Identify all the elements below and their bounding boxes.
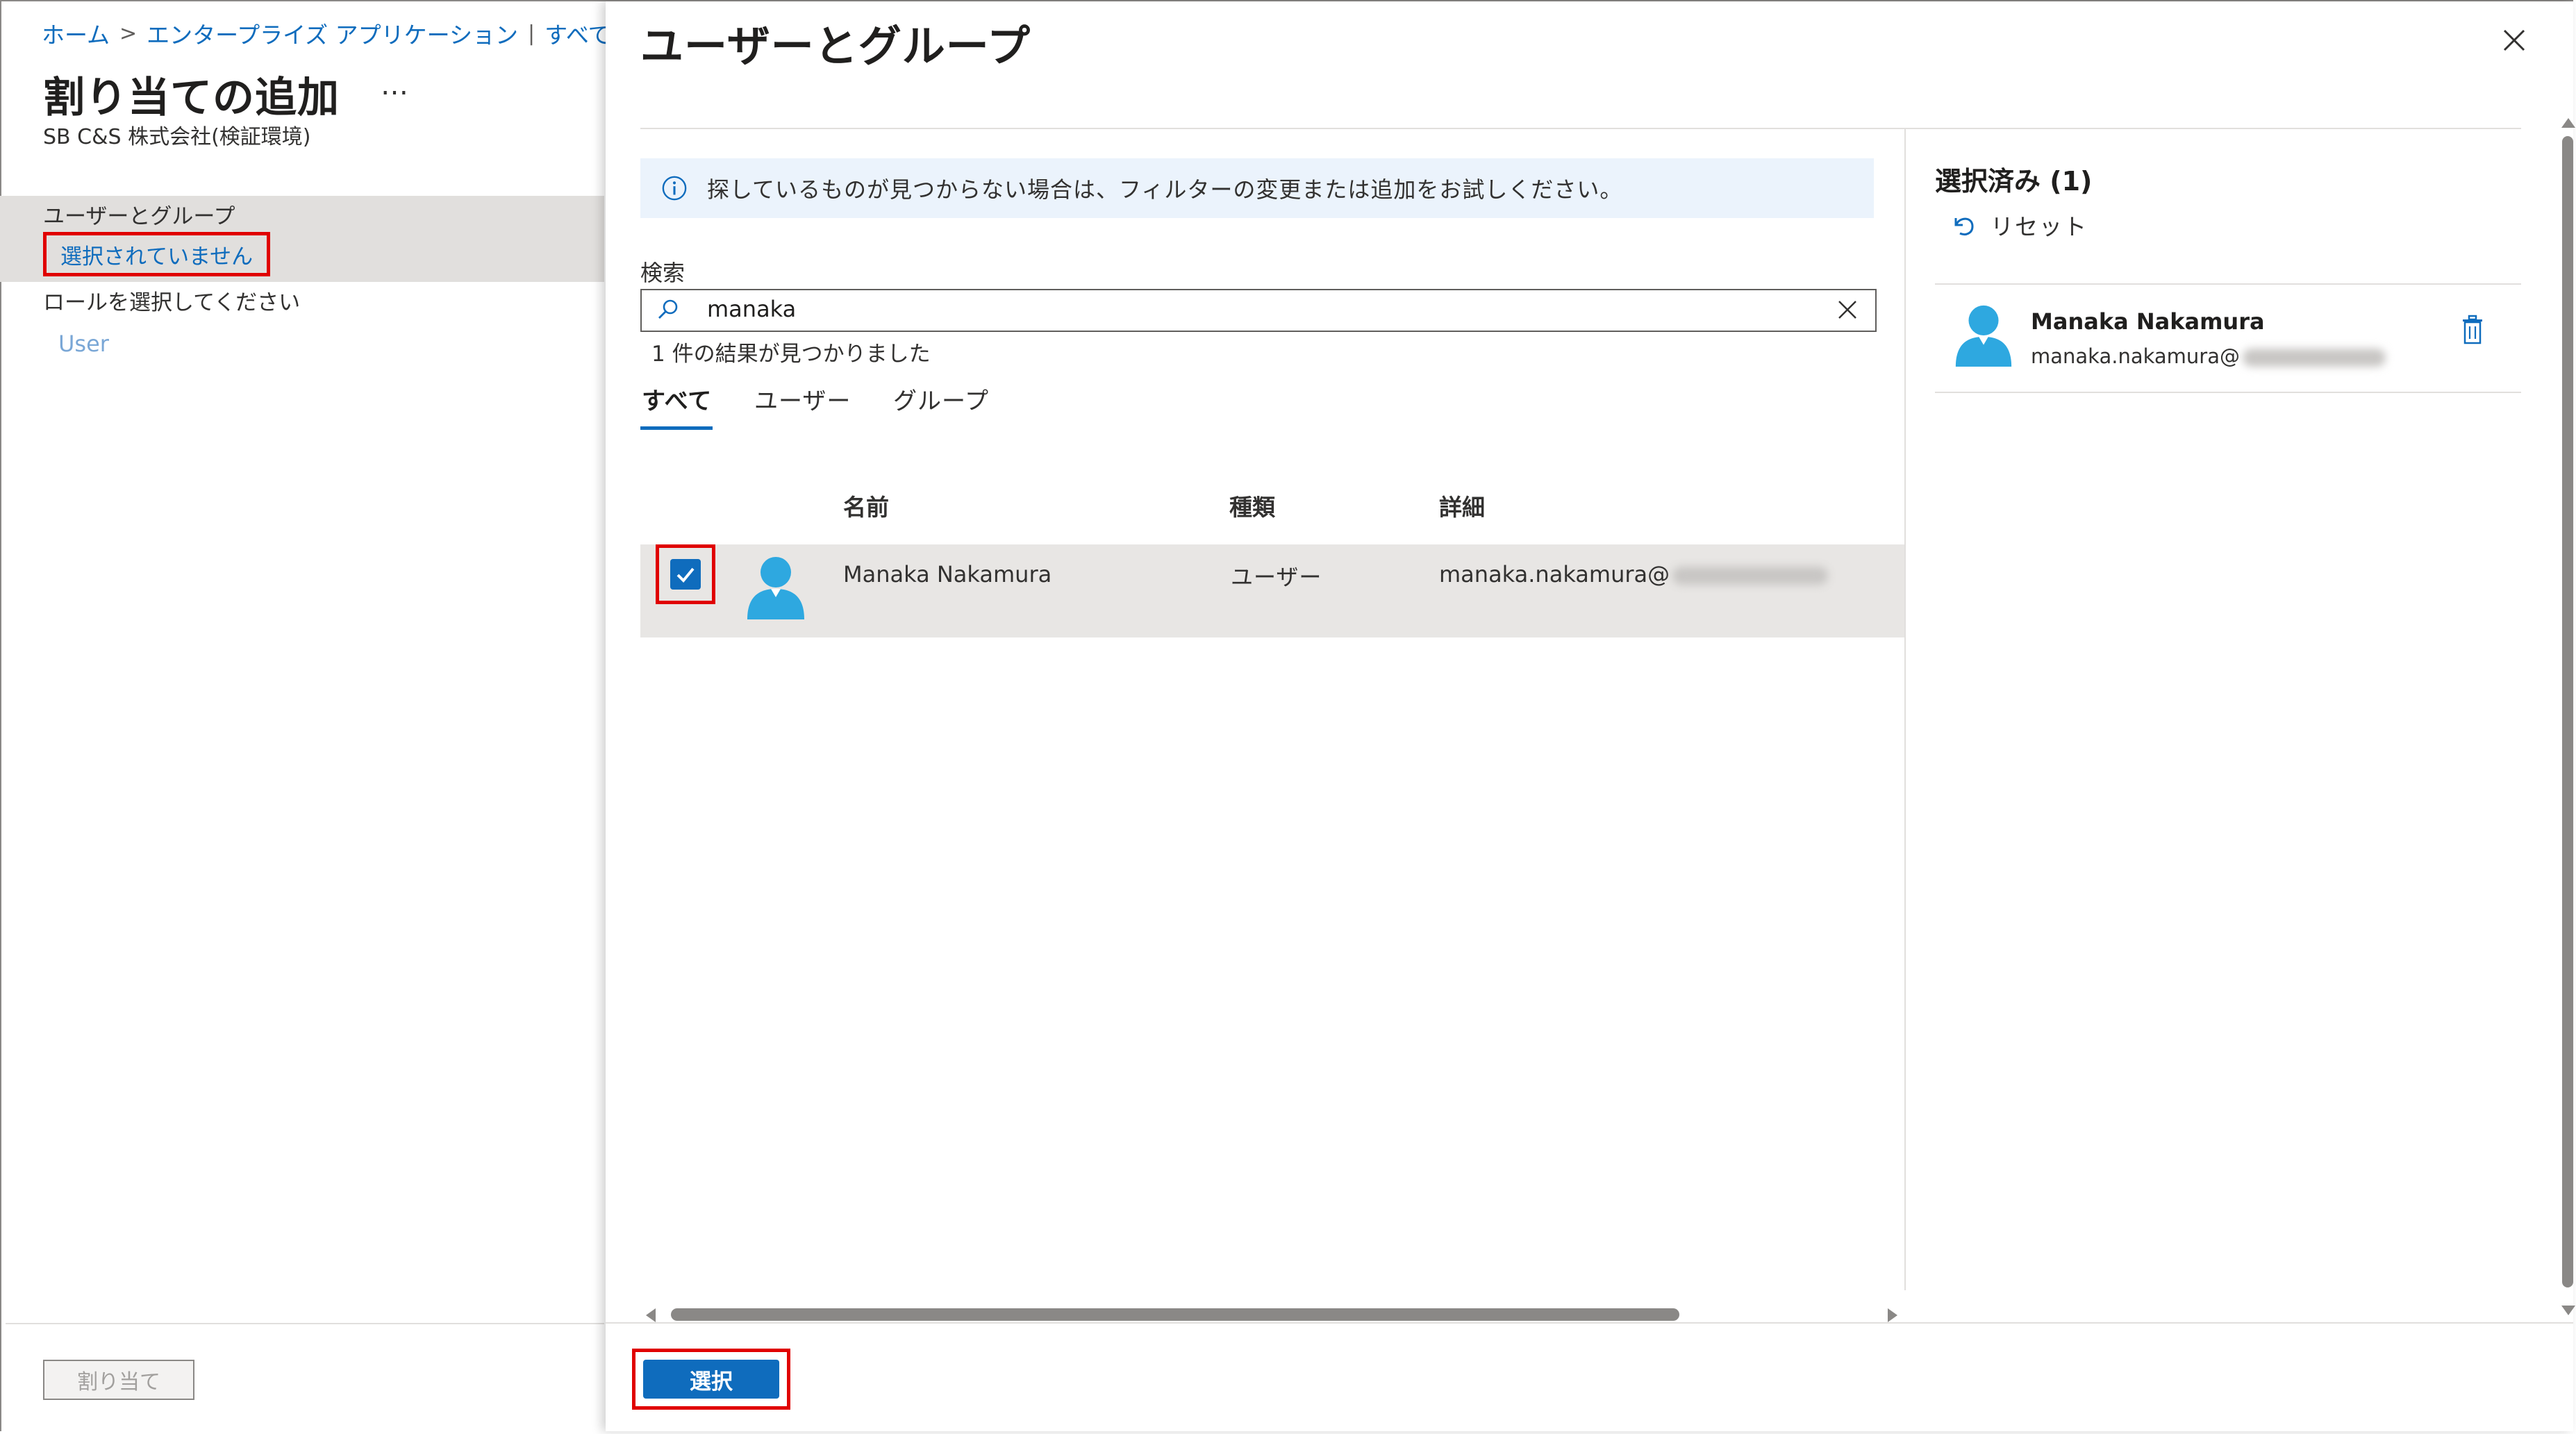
scroll-left-icon[interactable] xyxy=(646,1308,656,1322)
search-input[interactable] xyxy=(640,289,1877,332)
redacted-domain xyxy=(1672,567,1829,585)
selected-user-email-text: manaka.nakamura@ xyxy=(2031,344,2240,368)
scroll-down-icon[interactable] xyxy=(2561,1306,2575,1315)
divider xyxy=(6,1323,604,1324)
row-type: ユーザー xyxy=(1231,564,1322,590)
active-tab-indicator xyxy=(640,426,713,430)
selected-heading: 選択済み (1) xyxy=(1935,166,2093,197)
selected-user-email: manaka.nakamura@ xyxy=(2031,344,2386,368)
reset-label: リセット xyxy=(1991,213,2088,240)
user-avatar-icon xyxy=(747,557,804,619)
page-title: 割り当ての追加 xyxy=(43,74,340,122)
info-icon xyxy=(662,176,687,201)
column-header-type[interactable]: 種類 xyxy=(1229,489,1275,522)
users-groups-label: ユーザーとグループ xyxy=(43,204,235,229)
result-count: 1 件の結果が見つかりました xyxy=(651,342,931,367)
breadcrumb-separator: | xyxy=(528,21,535,46)
horizontal-scroll-thumb[interactable] xyxy=(671,1308,1679,1321)
more-options-button[interactable]: … xyxy=(381,69,410,101)
tab-groups[interactable]: グループ xyxy=(893,382,989,416)
info-bar: 探しているものが見つからない場合は、フィルターの変更または追加をお試しください。 xyxy=(640,158,1874,218)
users-groups-value-link[interactable]: 選択されていません xyxy=(43,232,271,276)
vertical-scroll-thumb[interactable] xyxy=(2562,136,2573,1287)
role-value[interactable]: User xyxy=(58,331,109,357)
tab-all[interactable]: すべて xyxy=(642,382,712,416)
selected-user-name: Manaka Nakamura xyxy=(2031,308,2265,335)
close-icon[interactable] xyxy=(2500,26,2528,54)
redacted-domain xyxy=(2242,349,2386,367)
search-icon xyxy=(658,299,678,319)
divider xyxy=(1935,283,2521,285)
column-header-name[interactable]: 名前 xyxy=(843,489,889,522)
reset-button[interactable]: リセット xyxy=(1949,208,2088,242)
role-label: ロールを選択してください xyxy=(43,290,301,315)
trash-icon[interactable] xyxy=(2459,314,2486,346)
panel-title: ユーザーとグループ xyxy=(640,21,1031,72)
row-detail-text: manaka.nakamura@ xyxy=(1439,561,1670,587)
checkmark-icon[interactable] xyxy=(670,559,701,590)
search-value[interactable]: manaka xyxy=(707,296,796,322)
divider xyxy=(1935,392,2521,393)
column-header-detail[interactable]: 詳細 xyxy=(1439,489,1485,522)
select-button[interactable]: 選択 xyxy=(643,1360,779,1399)
row-detail: manaka.nakamura@ xyxy=(1439,561,1829,587)
row-name: Manaka Nakamura xyxy=(843,561,1052,587)
tab-users[interactable]: ユーザー xyxy=(754,382,851,416)
assign-button[interactable]: 割り当て xyxy=(43,1360,194,1400)
undo-icon xyxy=(1954,217,1974,236)
tenant-name: SB C&S 株式会社(検証環境) xyxy=(43,125,311,149)
divider xyxy=(1904,129,1906,1290)
divider xyxy=(606,1322,2573,1324)
user-avatar-icon xyxy=(1955,305,2012,367)
info-message: 探しているものが見つからない場合は、フィルターの変更または追加をお試しください。 xyxy=(707,176,1623,203)
divider xyxy=(640,128,2521,129)
clear-icon[interactable] xyxy=(1836,299,1859,321)
breadcrumb-separator: > xyxy=(119,21,138,46)
users-groups-value: 選択されていません xyxy=(60,244,254,269)
scroll-up-icon[interactable] xyxy=(2561,118,2575,128)
breadcrumb-enterprise-apps[interactable]: エンタープライズ アプリケーション xyxy=(147,17,518,50)
breadcrumb-home[interactable]: ホーム xyxy=(42,17,110,50)
scroll-right-icon[interactable] xyxy=(1888,1308,1897,1322)
search-label: 検索 xyxy=(640,260,685,286)
